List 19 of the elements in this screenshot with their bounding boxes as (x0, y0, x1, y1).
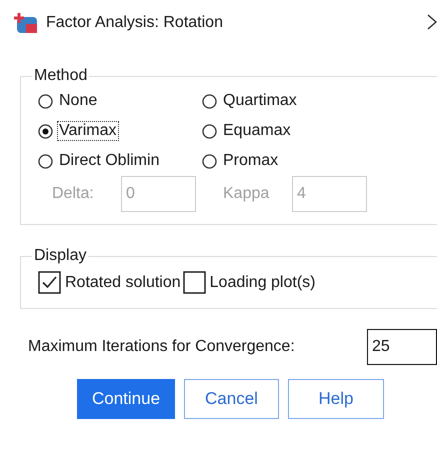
radio-option[interactable]: Quartimax (202, 91, 299, 111)
field-label: Delta: (52, 185, 95, 203)
radio-option[interactable]: Direct Oblimin (38, 151, 162, 171)
app-icon (14, 12, 38, 34)
field-label: Kappa (223, 185, 270, 203)
close-icon[interactable] (427, 14, 437, 30)
dialog-button[interactable]: Cancel (184, 379, 279, 419)
dialog-button[interactable]: Help (288, 379, 384, 419)
input-field[interactable]: 25 (367, 329, 437, 365)
radio-option[interactable]: Promax (202, 151, 280, 171)
group-title: Method (33, 67, 88, 85)
window-title: Factor Analysis: Rotation (46, 14, 223, 32)
checkbox-option[interactable]: Rotated solution (38, 271, 181, 294)
group-title: Display (33, 247, 88, 265)
field-label: Maximum Iterations for Convergence: (28, 338, 296, 356)
radio-option[interactable]: None (38, 91, 100, 111)
checkbox-option[interactable]: Loading plot(s) (182, 271, 316, 294)
radio-option[interactable]: Equamax (202, 121, 293, 141)
dialog-button[interactable]: Continue (77, 379, 175, 419)
